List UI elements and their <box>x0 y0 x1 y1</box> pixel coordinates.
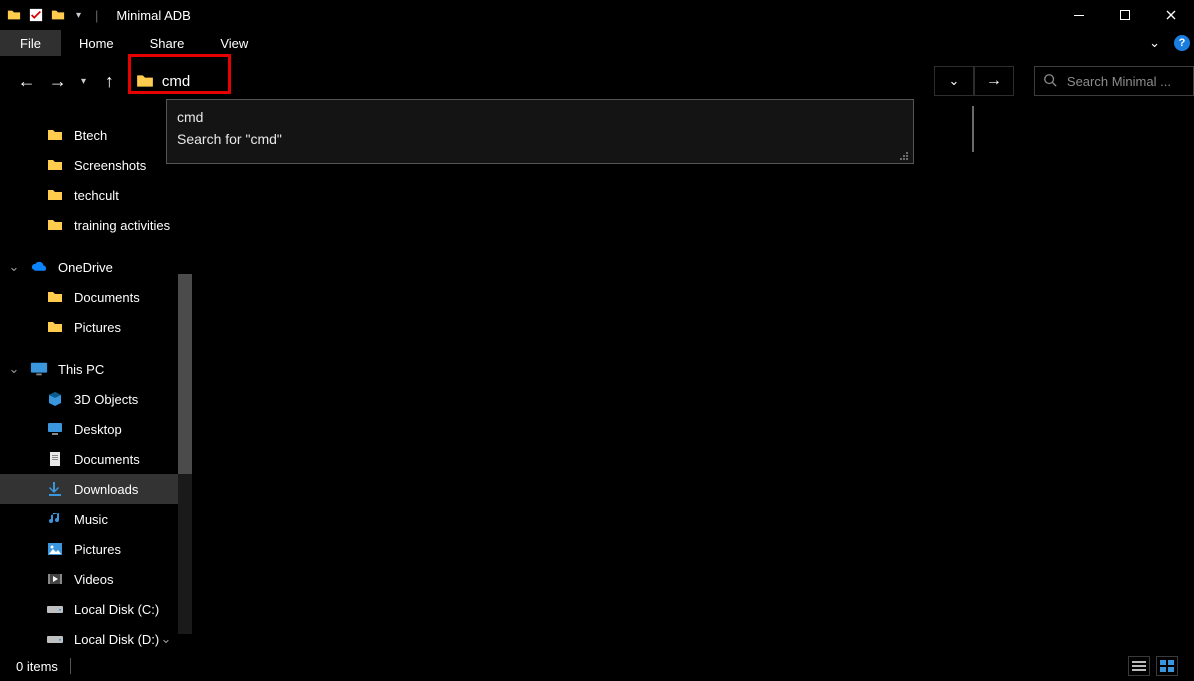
address-history-button[interactable]: ⌄ <box>934 66 974 96</box>
navpane-item-label: This PC <box>58 362 104 377</box>
navpane-item-localdisk-c[interactable]: Local Disk (C:) <box>0 594 192 624</box>
up-button[interactable]: ↑ <box>97 67 122 95</box>
maximize-button[interactable] <box>1102 0 1148 30</box>
navpane-item-documents[interactable]: Documents <box>0 444 192 474</box>
details-view-button[interactable] <box>1128 656 1150 676</box>
navpane-scrollbar-thumb[interactable] <box>178 274 192 474</box>
navpane-item-label: Music <box>74 512 108 527</box>
navpane-item-label: techcult <box>74 188 119 203</box>
chevron-right-icon[interactable]: ⌄ <box>8 361 20 377</box>
status-bar: 0 items <box>0 651 1194 681</box>
navpane-item-label: Videos <box>74 572 114 587</box>
navpane-item-screenshots[interactable]: Screenshots <box>0 150 192 180</box>
titlebar-separator: | <box>91 8 102 23</box>
folder-icon <box>46 126 64 144</box>
search-box[interactable]: Search Minimal ... <box>1034 66 1194 96</box>
navpane-item-videos[interactable]: Videos <box>0 564 192 594</box>
navpane-item-label: Local Disk (D:) <box>74 632 159 647</box>
folder-icon <box>46 186 64 204</box>
navpane-item-label: Local Disk (C:) <box>74 602 159 617</box>
chevron-down-icon[interactable]: ⌄ <box>160 631 172 647</box>
content-area[interactable] <box>192 106 1194 651</box>
navpane-item-training[interactable]: training activities <box>0 210 192 240</box>
autocomplete-search-for[interactable]: Search for "cmd" <box>177 128 903 150</box>
documents-icon <box>46 450 64 468</box>
search-placeholder: Search Minimal ... <box>1067 74 1171 89</box>
ribbon-tabs: File Home Share View ⌄ ? <box>0 30 1194 56</box>
drive-icon <box>46 630 64 648</box>
autocomplete-suggestion[interactable]: cmd <box>177 106 903 128</box>
videos-icon <box>46 570 64 588</box>
navpane-item-label: Desktop <box>74 422 122 437</box>
downloads-icon <box>46 480 64 498</box>
search-icon <box>1043 73 1057 90</box>
qat-customize-icon[interactable] <box>28 7 44 23</box>
expand-ribbon-icon[interactable]: ⌄ <box>1143 35 1166 51</box>
status-separator <box>70 658 71 674</box>
navpane-item-label: training activities <box>74 218 170 233</box>
address-input[interactable] <box>162 73 222 90</box>
navpane-onedrive[interactable]: ⌄ OneDrive <box>0 252 192 282</box>
forward-button[interactable]: → <box>45 67 70 95</box>
thispc-icon <box>30 360 48 378</box>
minimize-button[interactable] <box>1056 0 1102 30</box>
qat-folder-icon[interactable] <box>50 7 66 23</box>
navpane-item-label: Btech <box>74 128 107 143</box>
navpane-item-pictures-od[interactable]: Pictures <box>0 312 192 342</box>
drive-icon <box>46 600 64 618</box>
navpane-item-label: Screenshots <box>74 158 146 173</box>
thumbnails-view-button[interactable] <box>1156 656 1178 676</box>
qat-dropdown[interactable]: ▾ <box>72 10 85 21</box>
pictures-icon <box>46 540 64 558</box>
folder-app-icon <box>6 7 22 23</box>
folder-icon <box>46 288 64 306</box>
folder-icon <box>46 216 64 234</box>
navpane-item-label: 3D Objects <box>74 392 138 407</box>
navpane-item-downloads[interactable]: Downloads <box>0 474 192 504</box>
divider <box>972 106 974 152</box>
address-folder-icon <box>134 70 156 92</box>
resize-grip-icon[interactable] <box>897 148 909 160</box>
window-title: Minimal ADB <box>116 8 190 23</box>
onedrive-icon <box>30 258 48 276</box>
navpane-item-label: Downloads <box>74 482 138 497</box>
navpane-item-techcult[interactable]: techcult <box>0 180 192 210</box>
close-button[interactable] <box>1148 0 1194 30</box>
navpane-item-label: Documents <box>74 452 140 467</box>
folder-icon <box>46 156 64 174</box>
address-autocomplete: cmd Search for "cmd" <box>166 99 914 164</box>
refresh-button[interactable]: → <box>974 66 1014 96</box>
navpane-item-label: Pictures <box>74 320 121 335</box>
folder-icon <box>46 318 64 336</box>
navigation-pane[interactable]: Btech Screenshots techcult training acti… <box>0 106 192 651</box>
music-icon <box>46 510 64 528</box>
navpane-item-music[interactable]: Music <box>0 504 192 534</box>
navpane-item-label: Pictures <box>74 542 121 557</box>
desktop-icon <box>46 420 64 438</box>
file-tab[interactable]: File <box>0 30 61 56</box>
navpane-thispc[interactable]: ⌄ This PC <box>0 354 192 384</box>
navpane-item-desktop[interactable]: Desktop <box>0 414 192 444</box>
navpane-item-pictures[interactable]: Pictures <box>0 534 192 564</box>
navpane-item-3dobjects[interactable]: 3D Objects <box>0 384 192 414</box>
help-icon[interactable]: ? <box>1174 35 1190 51</box>
navpane-item-label: Documents <box>74 290 140 305</box>
navpane-item-btech[interactable]: Btech <box>0 120 192 150</box>
navpane-item-documents-od[interactable]: Documents <box>0 282 192 312</box>
address-bar[interactable] <box>134 66 914 96</box>
back-button[interactable]: ← <box>14 67 39 95</box>
recent-locations-button[interactable]: ▾ <box>76 67 90 95</box>
ribbon-tab-home[interactable]: Home <box>61 30 132 56</box>
navpane-item-localdisk-d[interactable]: ⌄ Local Disk (D:) <box>0 624 192 654</box>
status-item-count: 0 items <box>16 659 58 674</box>
titlebar: ▾ | Minimal ADB <box>0 0 1194 30</box>
ribbon-tab-share[interactable]: Share <box>132 30 203 56</box>
ribbon-tab-view[interactable]: View <box>202 30 266 56</box>
3dobjects-icon <box>46 390 64 408</box>
chevron-right-icon[interactable]: ⌄ <box>8 259 20 275</box>
navpane-item-label: OneDrive <box>58 260 113 275</box>
